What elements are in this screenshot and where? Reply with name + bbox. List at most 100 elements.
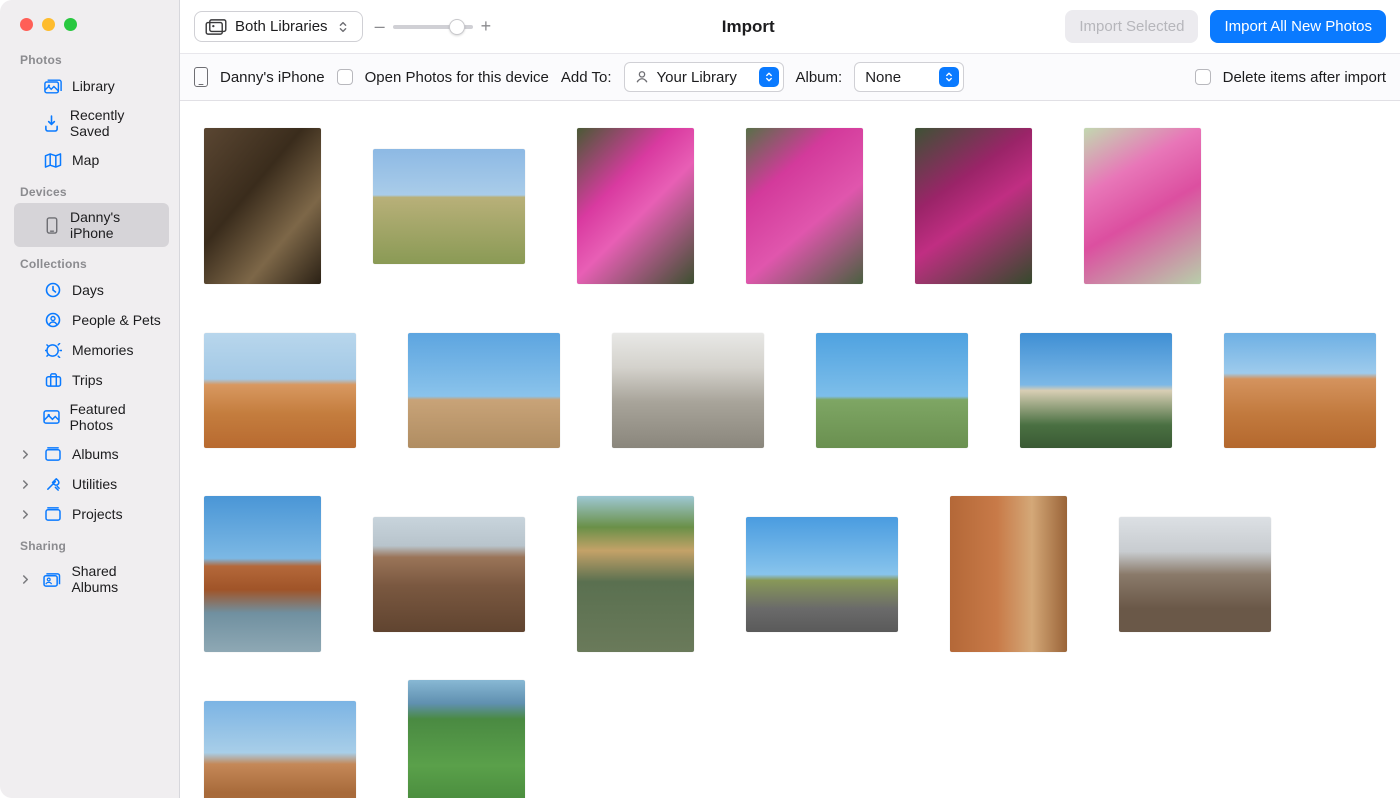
import-options-bar: Danny's iPhone Open Photos for this devi… [180, 53, 1400, 101]
photo-thumbnail[interactable] [577, 496, 694, 652]
minimize-window-button[interactable] [42, 18, 55, 31]
album-select[interactable]: None [854, 62, 964, 92]
fullscreen-window-button[interactable] [64, 18, 77, 31]
chevron-right-icon [22, 449, 32, 460]
sidebar-item-projects[interactable]: Projects [14, 499, 169, 529]
section-title: Devices [14, 175, 169, 203]
download-icon [43, 114, 60, 132]
photo-thumbnail[interactable] [612, 333, 764, 448]
memories-icon [44, 341, 62, 359]
library-filter-dropdown[interactable]: Both Libraries [194, 11, 363, 42]
album-label: Album: [796, 69, 843, 86]
photo-thumbnail[interactable] [1119, 517, 1271, 632]
album-icon [44, 505, 62, 523]
photo-thumbnail[interactable] [408, 333, 560, 448]
chevron-right-icon [22, 574, 31, 585]
photo-thumbnail[interactable] [204, 333, 356, 448]
chevron-right-icon [22, 479, 32, 490]
sidebar-item-iphone[interactable]: Danny's iPhone [14, 203, 169, 247]
suitcase-icon [44, 371, 62, 389]
section-title: Collections [14, 247, 169, 275]
photo-thumbnail[interactable] [373, 517, 525, 632]
chevron-right-icon [22, 509, 32, 520]
clock-icon [44, 281, 62, 299]
thumbnail-grid[interactable] [180, 101, 1400, 798]
map-icon [44, 151, 62, 169]
library-icon [205, 19, 225, 35]
photo-thumbnail[interactable] [1224, 333, 1376, 448]
library-filter-label: Both Libraries [235, 18, 328, 35]
photo-thumbnail[interactable] [204, 496, 321, 652]
sidebar-item-label: Featured Photos [70, 401, 161, 433]
sidebar-item-label: Danny's iPhone [70, 209, 161, 241]
sidebar-item-label: Albums [72, 446, 119, 462]
photo-thumbnail[interactable] [577, 128, 694, 284]
sidebar: Photos Library Recently Saved Map Devices Dan… [0, 0, 179, 798]
sidebar-item-label: Recently Saved [70, 107, 161, 139]
app-window: Photos Library Recently Saved Map Devices Dan… [0, 0, 1400, 798]
section-title: Sharing [14, 529, 169, 557]
sidebar-item-days[interactable]: Days [14, 275, 169, 305]
sidebar-item-library[interactable]: Library [14, 71, 169, 101]
page-title: Import [443, 17, 1053, 37]
sidebar-item-label: People & Pets [72, 312, 161, 328]
open-photos-checkbox[interactable] [337, 69, 353, 85]
add-to-select[interactable]: Your Library [624, 62, 784, 92]
photo-thumbnail[interactable] [204, 128, 321, 284]
delete-after-import-checkbox[interactable] [1195, 69, 1211, 85]
photo-thumbnail[interactable] [816, 333, 968, 448]
window-controls [14, 12, 169, 41]
delete-after-import-label: Delete items after import [1223, 69, 1386, 86]
photo-thumbnail[interactable] [1084, 128, 1201, 284]
photo-thumbnail[interactable] [373, 149, 525, 264]
sidebar-item-featured[interactable]: Featured Photos [14, 395, 169, 439]
zoom-slider[interactable] [393, 25, 473, 29]
device-name-label: Danny's iPhone [220, 69, 325, 86]
sidebar-item-memories[interactable]: Memories [14, 335, 169, 365]
album-icon [44, 445, 62, 463]
close-window-button[interactable] [20, 18, 33, 31]
sidebar-item-shared-albums[interactable]: Shared Albums [14, 557, 169, 601]
updown-icon [939, 67, 959, 87]
library-icon [44, 77, 62, 95]
add-to-value: Your Library [657, 69, 737, 86]
sidebar-item-label: Trips [72, 372, 103, 388]
updown-icon [759, 67, 779, 87]
person-icon [635, 70, 649, 84]
sidebar-item-label: Projects [72, 506, 123, 522]
sidebar-item-label: Library [72, 78, 115, 94]
main-pane: Both Libraries – + Import Import Selecte… [179, 0, 1400, 798]
photo-thumbnail[interactable] [746, 128, 863, 284]
photo-thumbnail[interactable] [950, 496, 1067, 652]
person-icon [44, 311, 62, 329]
add-to-label: Add To: [561, 69, 612, 86]
photo-thumbnail[interactable] [1020, 333, 1172, 448]
updown-icon [338, 20, 352, 34]
shared-icon [43, 570, 61, 588]
toolbar: Both Libraries – + Import Import Selecte… [180, 0, 1400, 53]
import-all-button[interactable]: Import All New Photos [1210, 10, 1386, 43]
zoom-out-button[interactable]: – [375, 16, 385, 37]
photo-thumbnail[interactable] [204, 701, 356, 798]
photo-thumbnail[interactable] [408, 680, 525, 798]
photo-thumbnail[interactable] [915, 128, 1032, 284]
sidebar-item-recently-saved[interactable]: Recently Saved [14, 101, 169, 145]
sidebar-item-trips[interactable]: Trips [14, 365, 169, 395]
sidebar-item-map[interactable]: Map [14, 145, 169, 175]
sidebar-item-albums[interactable]: Albums [14, 439, 169, 469]
sidebar-item-label: Map [72, 152, 99, 168]
album-value: None [865, 69, 901, 86]
sidebar-item-utilities[interactable]: Utilities [14, 469, 169, 499]
photo-thumbnail[interactable] [746, 517, 898, 632]
sidebar-item-label: Days [72, 282, 104, 298]
phone-icon [43, 216, 60, 234]
import-selected-button[interactable]: Import Selected [1065, 10, 1198, 43]
sidebar-item-label: Memories [72, 342, 133, 358]
sidebar-item-label: Utilities [72, 476, 117, 492]
open-photos-label: Open Photos for this device [365, 69, 549, 86]
phone-icon [194, 67, 208, 87]
sidebar-item-label: Shared Albums [71, 563, 161, 595]
zoom-slider-knob[interactable] [449, 19, 465, 35]
section-title: Photos [14, 43, 169, 71]
sidebar-item-people[interactable]: People & Pets [14, 305, 169, 335]
